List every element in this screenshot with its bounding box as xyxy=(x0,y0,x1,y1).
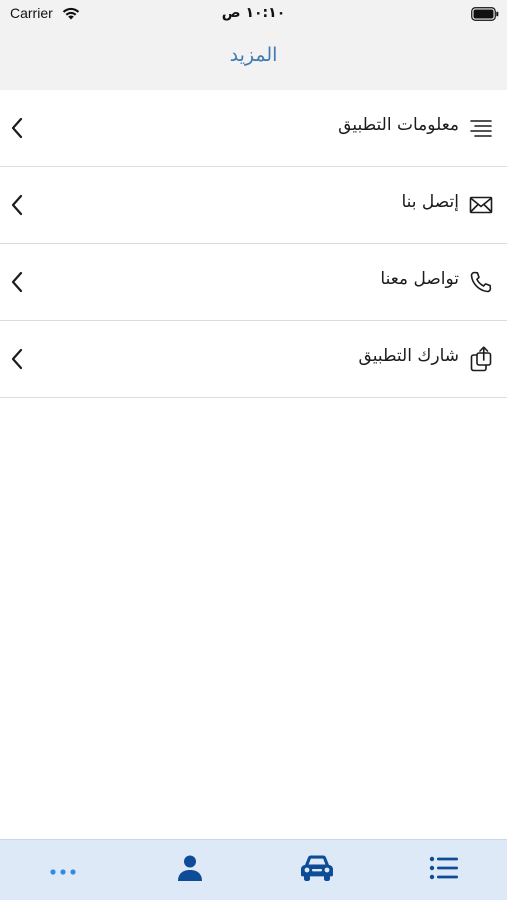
status-bar: Carrier ١٠:١٠ ص xyxy=(0,0,507,28)
tab-vehicles[interactable] xyxy=(254,840,380,900)
menu-item-label: شارك التطبيق xyxy=(358,346,459,366)
battery-icon xyxy=(471,6,499,25)
menu-item-app-info[interactable]: معلومات التطبيق xyxy=(0,90,507,167)
tab-more[interactable] xyxy=(0,840,126,900)
chevron-left-icon xyxy=(10,270,24,298)
text-align-icon xyxy=(467,114,495,142)
menu-item-label: تواصل معنا xyxy=(380,269,459,289)
menu-list: معلومات التطبيق إتصل بنا تواصل معنا شارك… xyxy=(0,90,507,398)
menu-item-label: معلومات التطبيق xyxy=(338,115,459,135)
tab-list[interactable] xyxy=(381,840,507,900)
chevron-left-icon xyxy=(10,116,24,144)
person-icon xyxy=(177,854,203,886)
status-time: ١٠:١٠ ص xyxy=(221,5,286,21)
tab-bar xyxy=(0,839,507,900)
chevron-left-icon xyxy=(10,347,24,375)
menu-item-share-app[interactable]: شارك التطبيق xyxy=(0,321,507,398)
menu-item-reach-us[interactable]: تواصل معنا xyxy=(0,244,507,321)
tab-profile[interactable] xyxy=(127,840,253,900)
car-icon xyxy=(299,854,335,886)
share-icon xyxy=(467,345,495,373)
ellipsis-icon xyxy=(49,861,77,880)
chevron-left-icon xyxy=(10,193,24,221)
list-icon xyxy=(429,856,459,884)
menu-item-label: إتصل بنا xyxy=(401,192,459,212)
envelope-icon xyxy=(467,191,495,219)
page-title: المزيد xyxy=(229,44,278,66)
menu-item-contact-us[interactable]: إتصل بنا xyxy=(0,167,507,244)
phone-icon xyxy=(467,268,495,296)
navigation-bar: المزيد xyxy=(0,28,507,90)
